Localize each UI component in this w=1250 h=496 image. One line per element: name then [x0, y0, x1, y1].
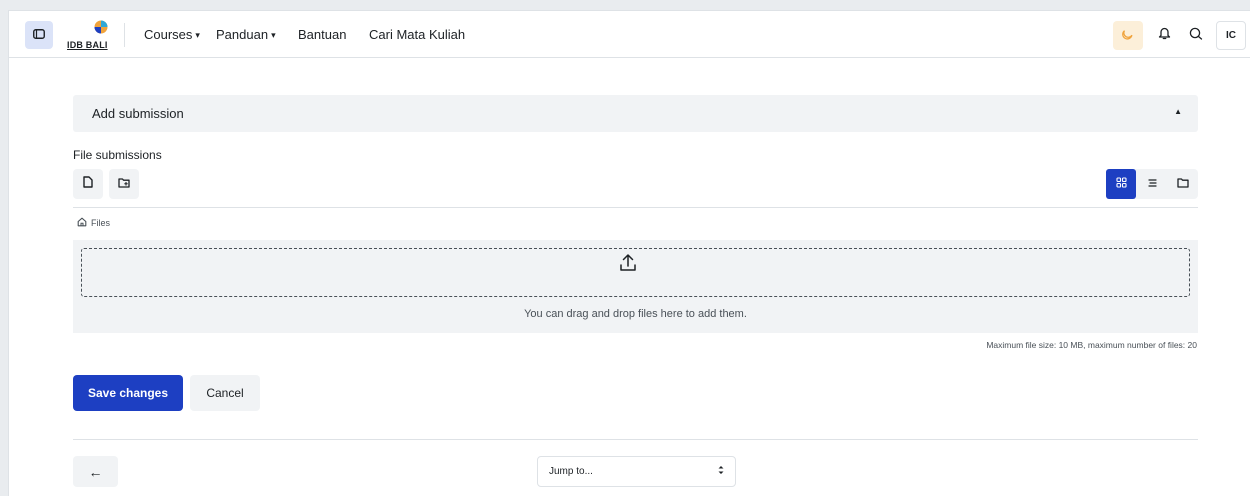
- theme-toggle-button[interactable]: [1113, 21, 1143, 50]
- nav-item-label: Bantuan: [298, 27, 347, 42]
- breadcrumb[interactable]: Files: [77, 217, 110, 229]
- folder-icon: [1177, 175, 1189, 193]
- logo-mark-icon: [94, 20, 108, 34]
- nav-item-label: Courses: [144, 27, 193, 42]
- collapse-up-icon[interactable]: ▲: [1174, 107, 1182, 116]
- view-tree-button[interactable]: [1168, 169, 1198, 199]
- dropzone-hint: You can drag and drop files here to add …: [524, 308, 747, 320]
- grid-icon: [1115, 175, 1127, 193]
- nav-item-label: Panduan: [216, 27, 269, 42]
- file-submissions-label: File submissions: [73, 148, 162, 162]
- arrow-left-icon: ←: [88, 463, 103, 480]
- folder-plus-icon: [118, 175, 130, 193]
- nav-item-bantuan[interactable]: Bantuan: [298, 27, 346, 42]
- file-icon: [83, 175, 93, 193]
- section-title: Add submission: [92, 106, 184, 121]
- nav-item-cari-mata-kuliah[interactable]: Cari Mata Kuliah: [369, 27, 465, 42]
- add-submission-header[interactable]: Add submission ▲: [73, 95, 1198, 132]
- chevron-down-icon: ▾: [195, 30, 200, 40]
- jump-to-value: Jump to...: [549, 466, 593, 477]
- nav-item-panduan[interactable]: Panduan ▾: [216, 27, 276, 42]
- view-list-button[interactable]: [1137, 169, 1167, 199]
- home-icon: [77, 217, 87, 229]
- jump-to-select[interactable]: Jump to...: [537, 456, 736, 487]
- file-limits-text: Maximum file size: 10 MB, maximum number…: [986, 340, 1197, 350]
- cancel-button[interactable]: Cancel: [190, 375, 260, 411]
- add-file-button[interactable]: [73, 169, 103, 199]
- page-frame: IDB BALI Courses ▾ Panduan ▾ Bantuan Cari …: [8, 10, 1250, 496]
- breadcrumb-label: Files: [91, 218, 111, 228]
- logo-text: IDB BALI: [67, 40, 108, 50]
- nav-item-courses[interactable]: Courses ▾: [144, 27, 200, 42]
- upload-icon: [619, 253, 637, 278]
- user-avatar[interactable]: IC: [1216, 21, 1246, 50]
- previous-activity-button[interactable]: ←: [73, 456, 118, 487]
- site-logo[interactable]: IDB BALI: [67, 20, 117, 50]
- chevron-down-icon: ▾: [271, 30, 276, 40]
- top-navbar: IDB BALI Courses ▾ Panduan ▾ Bantuan Cari …: [9, 11, 1250, 58]
- save-changes-button[interactable]: Save changes: [73, 375, 183, 411]
- view-icons-button[interactable]: [1106, 169, 1136, 199]
- moon-icon: [1122, 27, 1134, 45]
- create-folder-button[interactable]: [109, 169, 139, 199]
- messages-button[interactable]: [1181, 21, 1211, 50]
- notifications-button[interactable]: [1149, 21, 1179, 50]
- filepicker-divider: [73, 207, 1198, 208]
- nav-item-label: Cari Mata Kuliah: [369, 27, 466, 42]
- drawer-toggle-button[interactable]: [25, 21, 53, 49]
- bell-icon: [1158, 26, 1171, 45]
- navbar-divider: [124, 23, 125, 47]
- list-icon: [1147, 175, 1158, 193]
- sidebar-toggle-icon: [33, 26, 45, 44]
- chat-icon: [1189, 27, 1203, 45]
- select-arrows-icon: [717, 464, 725, 477]
- file-dropzone[interactable]: You can drag and drop files here to add …: [73, 240, 1198, 333]
- footer-divider: [73, 439, 1198, 440]
